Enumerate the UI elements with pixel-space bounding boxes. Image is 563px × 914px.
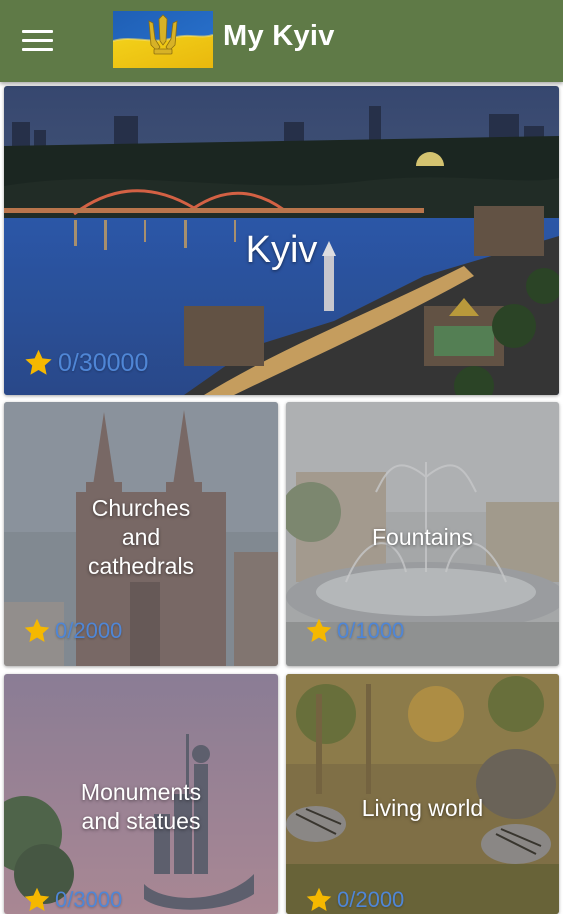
category-card-churches[interactable]: Churches and cathedrals 0/2000	[4, 402, 278, 666]
star-icon	[24, 887, 50, 911]
kyiv-hero-card[interactable]: Kyiv 0/30000	[4, 86, 559, 395]
churches-score: 0/2000	[23, 617, 122, 645]
category-label-living-world: Living world	[361, 795, 484, 821]
star-icon	[25, 349, 52, 375]
category-card-fountains[interactable]: Fountains 0/1000	[286, 402, 559, 666]
category-card-living-world[interactable]: Living world 0/2000	[286, 674, 559, 914]
category-grid: Kyiv 0/30000 Churches and cathedrals 0/2…	[0, 82, 563, 914]
menu-icon[interactable]	[22, 22, 66, 58]
ukraine-flag-trident-icon	[113, 11, 213, 68]
monuments-score-text: 0/3000	[55, 887, 123, 912]
living-world-score: 0/2000	[305, 886, 404, 914]
hero-score-text: 0/30000	[58, 348, 149, 377]
category-card-monuments[interactable]: Monuments and statues 0/3000	[4, 674, 278, 914]
living-world-score-text: 0/2000	[337, 887, 405, 912]
churches-score-text: 0/2000	[55, 618, 123, 643]
monuments-score: 0/3000	[23, 886, 122, 914]
app-bar: My Kyiv	[0, 0, 563, 82]
fountains-score: 0/1000	[305, 617, 404, 645]
app-title: My Kyiv	[223, 20, 335, 52]
star-icon	[306, 618, 332, 642]
hero-title: Kyiv	[245, 229, 318, 271]
star-icon	[24, 618, 50, 642]
fountains-score-text: 0/1000	[337, 618, 405, 643]
hero-score: 0/30000	[23, 348, 148, 378]
category-label-monuments: Monuments and statues	[80, 779, 202, 834]
star-icon	[306, 887, 332, 911]
category-label-fountains: Fountains	[371, 524, 473, 550]
category-label-churches: Churches and cathedrals	[87, 495, 195, 579]
